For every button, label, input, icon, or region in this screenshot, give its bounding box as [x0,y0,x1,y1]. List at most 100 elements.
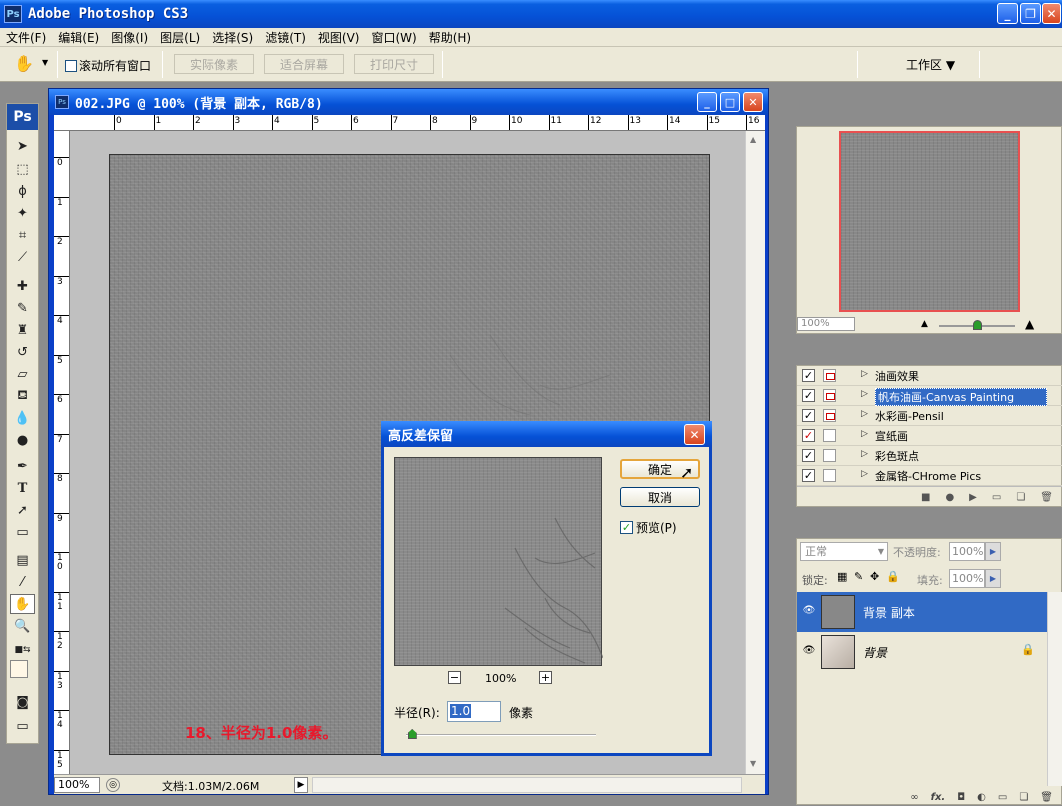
document-title-bar[interactable]: Ps 002.JPG @ 100% (背景 副本, RGB/8) _ □ ✕ [49,89,768,115]
fill-arrow-icon[interactable]: ▶ [985,569,1001,588]
status-menu-arrow-icon[interactable]: ▶ [294,777,308,793]
new-set-folder-icon[interactable]: ▭ [992,492,1001,503]
zoom-out-button[interactable]: − [448,671,461,684]
action-enable-checkbox[interactable]: ✓ [802,409,815,422]
menu-view[interactable]: 视图(V) [312,29,366,46]
dialog-close-button[interactable]: ✕ [684,424,705,445]
scroll-all-windows-checkbox[interactable] [65,59,77,72]
navigator-zoom-field[interactable]: 100% [797,317,855,331]
layer-row-background[interactable]: 👁 背景 🔒 [797,632,1047,672]
version-cue-icon[interactable]: ◎ [106,778,120,792]
menu-image[interactable]: 图像(I) [105,29,154,46]
play-icon[interactable]: ▶ [969,492,977,503]
menu-select[interactable]: 选择(S) [206,29,259,46]
action-row[interactable]: ✓ ▷ 宣纸画 [797,426,1062,446]
new-layer-icon[interactable]: ❏ [1019,792,1028,803]
tool-preset-chevron-down-icon[interactable]: ▼ [42,58,48,67]
history-brush-tool-icon[interactable]: ↺ [10,342,35,362]
clone-stamp-tool-icon[interactable]: ♜ [10,320,35,340]
lock-transparency-icon[interactable]: ▦ [837,570,847,583]
preview-option[interactable]: ✓ 预览(P) [620,519,677,536]
expand-triangle-icon[interactable]: ▷ [861,369,868,379]
close-window-button[interactable]: ✕ [1042,3,1061,24]
action-row[interactable]: ✓ ▷ 彩色斑点 [797,446,1062,466]
add-mask-icon[interactable]: ◘ [957,792,965,803]
document-maximize-button[interactable]: □ [720,92,740,112]
zoom-in-mountain-icon[interactable]: ▲ [1025,317,1034,331]
action-enable-checkbox[interactable]: ✓ [802,389,815,402]
zoom-in-button[interactable]: + [539,671,552,684]
zoom-tool-icon[interactable]: 🔍 [10,616,35,636]
lasso-tool-icon[interactable]: ϕ [10,181,35,201]
fill-field[interactable]: 100% [949,569,985,588]
eyedropper-tool-icon[interactable]: ⁄ [10,572,35,592]
print-size-button[interactable]: 打印尺寸 [354,54,434,74]
horizontal-scrollbar[interactable] [312,777,742,793]
actual-pixels-button[interactable]: 实际像素 [174,54,254,74]
menu-window[interactable]: 窗口(W) [365,29,422,46]
eraser-tool-icon[interactable]: ▱ [10,364,35,384]
vertical-ruler[interactable]: 0 1 2 3 4 5 6 7 8 9 1 0 1 1 1 2 1 3 1 4 1 5 [54,131,70,774]
scroll-up-arrow-icon[interactable]: ▲ [750,135,756,144]
menu-layer[interactable]: 图层(L) [154,29,206,46]
action-row[interactable]: ✓ ▷ 金属铬-CHrome Pics [797,466,1062,486]
link-layers-icon[interactable]: ∞ [910,792,918,803]
preview-checkbox[interactable]: ✓ [620,521,633,534]
action-enable-checkbox[interactable]: ✓ [802,429,815,442]
dodge-tool-icon[interactable]: ● [10,430,35,450]
scroll-down-arrow-icon[interactable]: ▼ [750,759,756,768]
document-close-button[interactable]: ✕ [743,92,763,112]
new-group-folder-icon[interactable]: ▭ [998,792,1007,803]
layer-row-background-copy[interactable]: 👁 背景 副本 [797,592,1047,632]
magic-wand-tool-icon[interactable]: ✦ [10,203,35,223]
action-enable-checkbox[interactable]: ✓ [802,449,815,462]
blend-mode-select[interactable]: 正常 ▼ [800,542,888,561]
pen-tool-icon[interactable]: ✒ [10,456,35,476]
action-enable-checkbox[interactable]: ✓ [802,369,815,382]
blur-tool-icon[interactable]: 💧 [10,408,35,428]
slice-tool-icon[interactable]: ⟋ [10,247,35,267]
layer-visibility-eye-icon[interactable]: 👁 [802,645,816,657]
expand-triangle-icon[interactable]: ▷ [861,469,868,479]
paint-bucket-tool-icon[interactable]: ⛾ [10,386,35,406]
default-colors-icon[interactable]: ■⇆ [10,640,35,660]
delete-trash-icon[interactable]: 🗑 [1040,492,1053,503]
expand-triangle-icon[interactable]: ▷ [861,429,868,439]
action-dialog-toggle-icon[interactable] [823,469,836,482]
expand-triangle-icon[interactable]: ▷ [861,389,868,399]
brush-tool-icon[interactable]: ✎ [10,298,35,318]
radius-slider-thumb[interactable] [407,729,417,739]
delete-layer-trash-icon[interactable]: 🗑 [1040,792,1053,803]
layer-style-fx-icon[interactable]: fx. [931,792,946,803]
type-tool-icon[interactable]: T [10,478,35,498]
action-row[interactable]: ✓ ▷ 油画效果 [797,366,1062,386]
photoshop-logo[interactable]: Ps [7,104,38,130]
menu-filter[interactable]: 滤镜(T) [259,29,312,46]
filter-preview[interactable] [394,457,603,666]
opacity-field[interactable]: 100% [949,542,985,561]
menu-file[interactable]: 文件(F) [0,29,52,46]
scroll-all-windows-option[interactable]: 滚动所有窗口 [65,57,151,74]
navigator-thumbnail[interactable] [839,131,1020,312]
stop-icon[interactable]: ■ [921,492,930,503]
record-icon[interactable]: ● [945,492,954,503]
new-action-icon[interactable]: ❏ [1016,492,1025,503]
radius-slider-track[interactable] [406,734,596,736]
path-selection-tool-icon[interactable]: ➚ [10,500,35,520]
menu-help[interactable]: 帮助(H) [423,29,477,46]
opacity-arrow-icon[interactable]: ▶ [985,542,1001,561]
zoom-level-field[interactable]: 100% [54,777,100,793]
rectangle-tool-icon[interactable]: ▭ [10,522,35,542]
quick-mask-icon[interactable]: ◙ [10,692,35,712]
hand-tool-icon[interactable]: ✋ [10,594,35,614]
lock-all-icon[interactable]: 🔒 [886,570,900,583]
vertical-scrollbar[interactable]: ▲ ▼ [745,131,765,774]
action-row[interactable]: ✓ ▷ 帆布油画-Canvas Painting [797,386,1062,406]
expand-triangle-icon[interactable]: ▷ [861,449,868,459]
action-dialog-toggle-icon[interactable] [823,449,836,462]
foreground-color-swatch[interactable] [10,660,28,678]
marquee-tool-icon[interactable]: ⬚ [10,159,35,179]
crop-tool-icon[interactable]: ⌗ [10,225,35,245]
healing-brush-tool-icon[interactable]: ✚ [10,276,35,296]
horizontal-ruler[interactable]: 0 1 2 3 4 5 6 7 8 9 10 11 12 13 14 15 16 [54,115,765,131]
